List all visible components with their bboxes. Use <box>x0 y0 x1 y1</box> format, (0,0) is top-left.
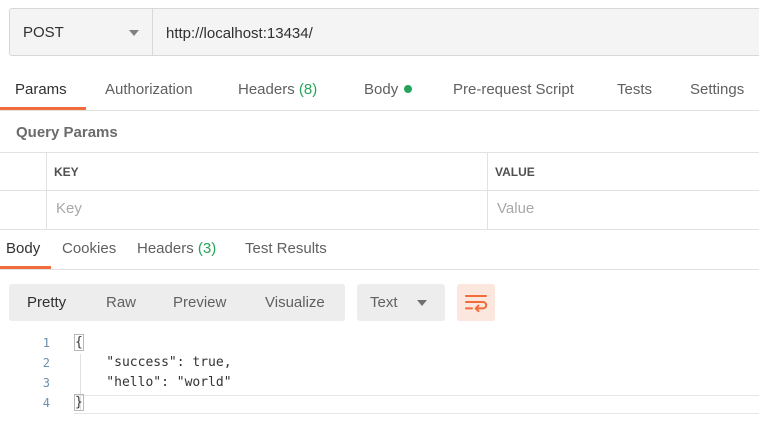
column-header-key: KEY <box>54 165 79 179</box>
wrap-lines-icon <box>465 295 488 313</box>
response-tabs: Body Cookies Headers (3) Test Results <box>0 230 759 270</box>
tab-label: Params <box>15 81 67 98</box>
tab-authorization[interactable]: Authorization <box>105 70 193 110</box>
headers-count: (3) <box>197 240 217 257</box>
line-number: 1 <box>42 336 50 350</box>
tab-label: Cookies <box>62 240 117 257</box>
tab-cookies[interactable]: Cookies <box>62 230 116 268</box>
tab-label: Pre-request Script <box>453 81 574 98</box>
code-line: "success": true, <box>75 355 232 370</box>
method-label: POST <box>23 24 64 41</box>
tab-test-results[interactable]: Test Results <box>245 230 327 268</box>
url-input[interactable] <box>166 23 726 43</box>
view-visualize-button[interactable]: Visualize <box>265 284 325 321</box>
matching-brace: } <box>74 394 84 411</box>
tab-pre-request-script[interactable]: Pre-request Script <box>453 70 574 110</box>
response-body-viewer[interactable]: 1 2 3 4 { "success": true, "hello": "wor… <box>0 332 759 421</box>
column-header-value: VALUE <box>495 165 535 179</box>
table-border <box>46 152 47 229</box>
url-bar: POST <box>9 8 759 56</box>
code-line: "hello": "world" <box>75 375 232 390</box>
line-number: 2 <box>42 356 50 370</box>
format-label: Text <box>370 294 398 311</box>
tab-response-headers[interactable]: Headers (3) <box>137 230 216 268</box>
wrap-lines-button[interactable] <box>457 284 495 321</box>
matching-brace: { <box>74 334 84 351</box>
tab-tests[interactable]: Tests <box>617 70 652 110</box>
divider <box>0 110 759 111</box>
tab-settings[interactable]: Settings <box>690 70 744 110</box>
tab-headers[interactable]: Headers (8) <box>238 70 317 110</box>
tab-label: Headers <box>238 81 295 98</box>
request-tabs: Params Authorization Headers (8) Body Pr… <box>0 70 759 112</box>
query-params-title: Query Params <box>16 124 118 141</box>
current-line-highlight <box>74 395 759 414</box>
tab-label: Settings <box>690 81 745 98</box>
line-number: 3 <box>42 376 50 390</box>
tab-params[interactable]: Params <box>15 70 67 110</box>
value-input[interactable] <box>497 198 747 218</box>
tab-label: Headers <box>137 240 194 257</box>
table-border <box>0 152 759 153</box>
chevron-down-icon <box>417 300 427 306</box>
line-number: 4 <box>42 396 50 410</box>
table-border <box>487 152 488 229</box>
code-line: { <box>74 334 84 351</box>
code-line: } <box>74 394 84 411</box>
view-preview-button[interactable]: Preview <box>173 284 226 321</box>
view-mode-group: Pretty Raw Preview Visualize <box>9 284 345 321</box>
format-select[interactable]: Text <box>357 284 445 321</box>
divider <box>0 269 759 270</box>
view-raw-button[interactable]: Raw <box>106 284 136 321</box>
view-pretty-button[interactable]: Pretty <box>27 284 66 321</box>
tab-response-body[interactable]: Body <box>6 230 40 268</box>
chevron-down-icon <box>129 30 139 36</box>
tab-label: Body <box>364 81 399 98</box>
tab-label: Authorization <box>105 81 193 98</box>
tab-body[interactable]: Body <box>364 70 413 110</box>
key-input[interactable] <box>56 198 476 218</box>
headers-count: (8) <box>298 81 318 98</box>
tab-label: Test Results <box>245 240 327 257</box>
tab-label: Tests <box>617 81 653 98</box>
method-select[interactable]: POST <box>10 9 153 55</box>
body-indicator-dot <box>404 85 413 93</box>
tab-label: Body <box>6 240 41 257</box>
query-params-table: KEY VALUE <box>0 152 759 230</box>
table-border <box>0 190 759 191</box>
